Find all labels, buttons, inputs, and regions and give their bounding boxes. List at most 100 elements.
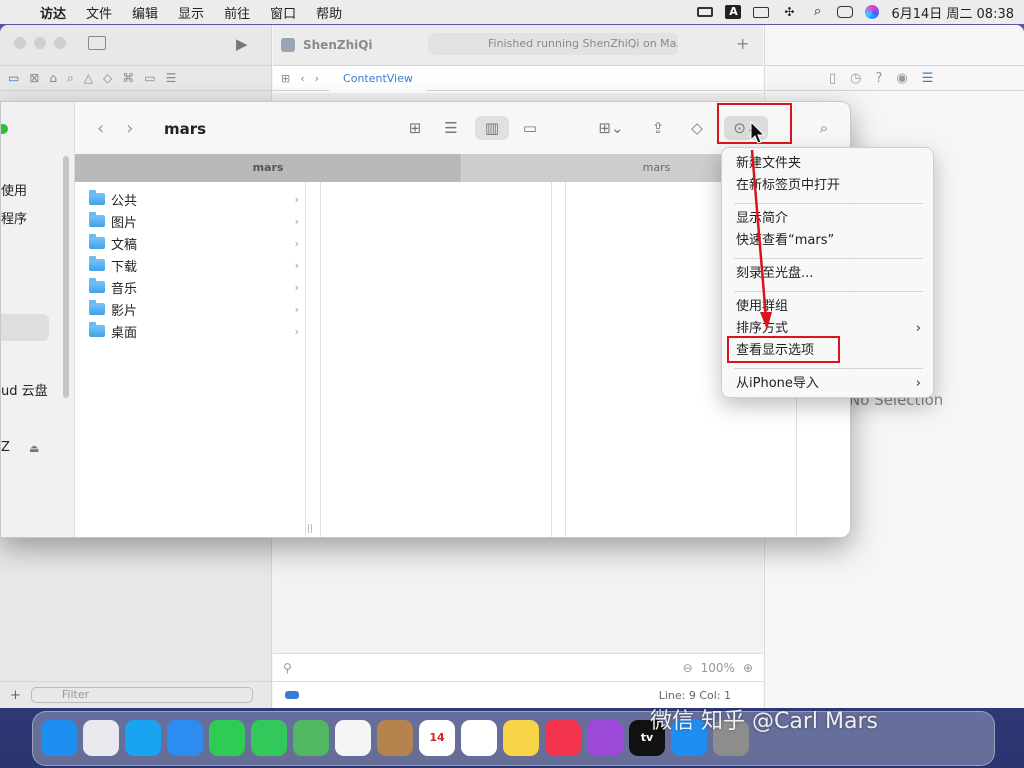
dock-app-contacts[interactable] [377, 720, 413, 756]
sidebar-item-applications[interactable]: 程序 [1, 208, 27, 227]
attributes-icon[interactable]: ☰ [922, 71, 934, 86]
menu-item-new-folder[interactable]: 新建文件夹 [736, 153, 921, 175]
sidebar-item-recents[interactable]: 使用 [1, 180, 27, 199]
find-icon[interactable]: ⌕ [67, 71, 74, 86]
list-item[interactable]: 图片 › [89, 210, 299, 232]
menu-help[interactable]: 帮助 [316, 3, 342, 22]
chevron-right-icon: › [294, 280, 299, 294]
column-view-icon[interactable]: ▥ [475, 116, 509, 140]
menu-edit[interactable]: 编辑 [132, 3, 158, 22]
identity-icon[interactable]: ◉ [896, 71, 907, 86]
gallery-view-icon[interactable]: ▭ [517, 116, 543, 140]
menu-file[interactable]: 文件 [86, 3, 112, 22]
back-icon[interactable]: ‹ [300, 72, 304, 85]
breakpoint-icon[interactable]: ▭ [144, 71, 155, 85]
dock-app-calendar[interactable]: 14 [419, 720, 455, 756]
navigator-filter-bar: + Filter [0, 681, 272, 708]
minimize-button[interactable] [34, 37, 46, 49]
sidebar-item-selected[interactable] [1, 314, 49, 341]
source-control-icon[interactable]: ⊠ [29, 71, 39, 85]
back-icon[interactable]: ‹ [97, 118, 104, 139]
dock-app-messages[interactable] [251, 720, 287, 756]
help-icon[interactable]: ? [876, 71, 883, 86]
column-resize-handle[interactable]: || [307, 524, 313, 534]
clock[interactable]: 6月14日 周二 08:38 [891, 3, 1014, 22]
sidebar-item-disk[interactable]: Z [1, 440, 10, 455]
close-button[interactable] [14, 37, 26, 49]
sidebar-item-icloud[interactable]: ud 云盘 [1, 380, 48, 399]
dock-app-podcasts[interactable] [587, 720, 623, 756]
share-icon[interactable]: ⇪ [648, 116, 668, 140]
menu-item-get-info[interactable]: 显示简介 [736, 208, 921, 230]
wifi-icon[interactable]: ✣ [781, 5, 797, 19]
chevron-right-icon: › [294, 192, 299, 206]
add-icon[interactable]: + [10, 688, 21, 703]
zoom-button[interactable] [54, 37, 66, 49]
eject-icon[interactable]: ⏏ [29, 442, 39, 455]
siri-icon[interactable] [865, 5, 880, 19]
filter-input[interactable]: Filter [30, 687, 253, 703]
menu-go[interactable]: 前往 [224, 3, 250, 22]
zoom-out-icon[interactable]: ⊖ [683, 661, 693, 675]
menu-item-use-groups[interactable]: 使用群组 [736, 296, 921, 318]
window-title: mars [164, 120, 207, 138]
search-icon[interactable]: ⌕ [813, 116, 835, 140]
warning-icon[interactable]: △ [84, 71, 93, 85]
dock-app-photos[interactable] [335, 720, 371, 756]
chevron-right-icon: › [294, 236, 299, 250]
project-title[interactable]: ShenZhiQi [303, 38, 373, 52]
folder-icon[interactable]: ▭ [8, 71, 19, 85]
run-icon[interactable]: ▶ [236, 35, 248, 53]
sidebar-toggle-icon[interactable] [88, 36, 106, 50]
hierarchy-icon[interactable]: ⌂ [49, 71, 57, 85]
dock-app-reminders[interactable] [461, 720, 497, 756]
list-item[interactable]: 音乐 › [89, 276, 299, 298]
file-inspector-icon[interactable]: ▯ [829, 71, 836, 86]
menu-view[interactable]: 显示 [178, 3, 204, 22]
group-icon[interactable]: ⊞⌄ [591, 116, 631, 140]
tag-icon[interactable]: ◇ [686, 116, 708, 140]
menu-item-label: 从iPhone导入 [736, 376, 819, 391]
grid-icon[interactable]: ⊞ [281, 72, 290, 85]
dock-app-notes[interactable] [503, 720, 539, 756]
dock-app-finder[interactable] [41, 720, 77, 756]
list-item[interactable]: 文稿 › [89, 232, 299, 254]
dock-app-facetime[interactable] [209, 720, 245, 756]
menu-item-burn-disc[interactable]: 刻录至光盘... [736, 263, 921, 285]
sidebar-scrollbar[interactable] [63, 156, 69, 398]
history-icon[interactable]: ◷ [850, 71, 861, 86]
list-view-icon[interactable]: ☰ [439, 116, 463, 140]
icon-view-icon[interactable]: ⊞ [403, 116, 427, 140]
tab-contentview[interactable]: ContentView [329, 65, 427, 91]
input-method-icon[interactable]: A [725, 5, 742, 19]
debug-icon[interactable]: ⌘ [122, 71, 134, 85]
zoom-in-icon[interactable]: ⊕ [743, 661, 753, 675]
list-item[interactable]: 影片 › [89, 298, 299, 320]
report-icon[interactable]: ☰ [166, 71, 177, 85]
list-item[interactable]: 桌面 › [89, 320, 299, 342]
menu-item-open-in-new-tab[interactable]: 在新标签页中打开 [736, 175, 921, 197]
test-icon[interactable]: ◇ [103, 71, 112, 85]
dock-app-maps[interactable] [293, 720, 329, 756]
bed-icon[interactable] [697, 7, 714, 17]
dock-app-launchpad[interactable] [83, 720, 119, 756]
dock-app-mail[interactable] [167, 720, 203, 756]
control-center-icon[interactable] [837, 6, 854, 18]
menu-item-quick-look[interactable]: 快速查看“mars” [736, 230, 921, 252]
zoom-level[interactable]: 100% [701, 661, 735, 675]
mirror-icon[interactable] [753, 6, 770, 18]
list-item[interactable]: 下载 › [89, 254, 299, 276]
menu-app-name[interactable]: 访达 [40, 3, 66, 22]
add-tab-icon[interactable]: + [736, 34, 749, 53]
forward-icon[interactable]: › [315, 72, 319, 85]
spotlight-search-icon[interactable]: ⌕ [809, 5, 825, 19]
dock-app-music[interactable] [545, 720, 581, 756]
window-controls [14, 37, 66, 49]
window-close-dot[interactable] [1, 124, 8, 134]
menu-item-import-from-iphone[interactable]: 从iPhone导入 › [736, 373, 921, 395]
forward-icon[interactable]: › [126, 118, 133, 139]
dock-app-safari[interactable] [125, 720, 161, 756]
pin-icon[interactable]: ⚲ [283, 661, 292, 675]
list-item[interactable]: 公共 › [89, 188, 299, 210]
menu-window[interactable]: 窗口 [270, 3, 296, 22]
